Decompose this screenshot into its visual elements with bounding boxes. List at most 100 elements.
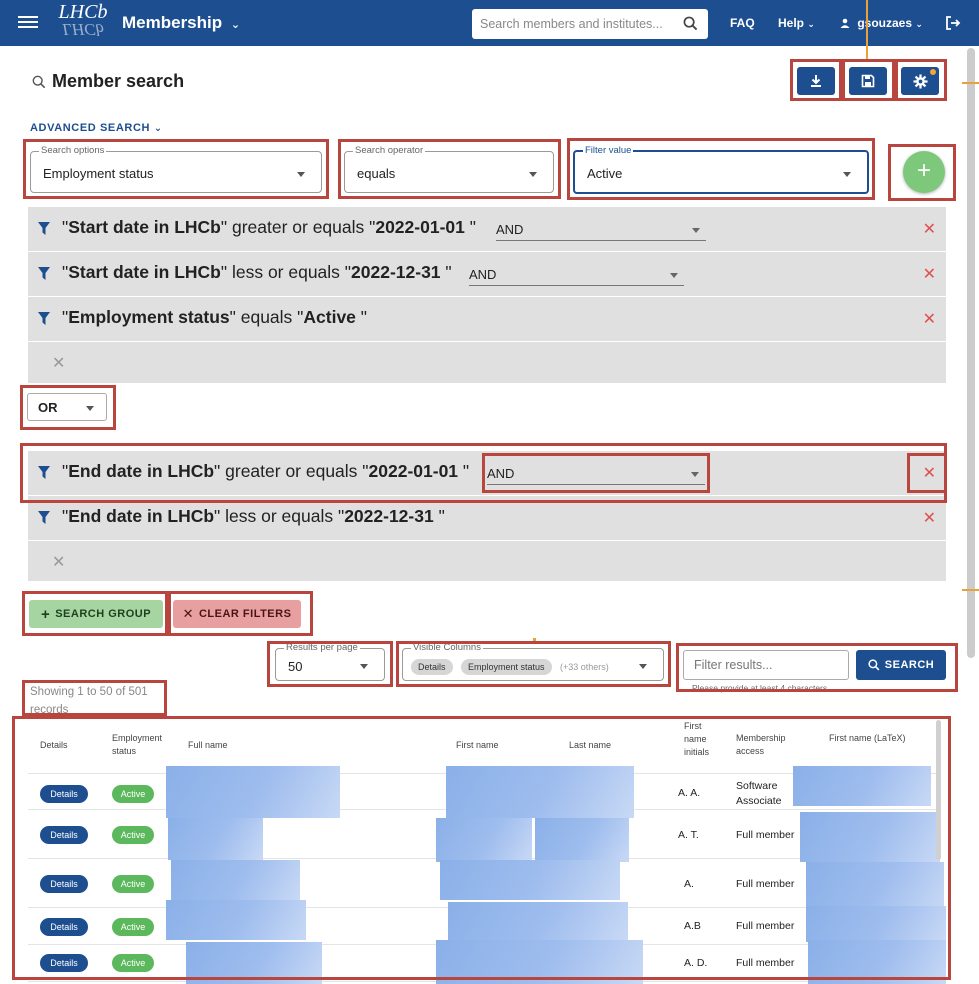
redacted-first-name	[436, 818, 532, 862]
caret-down-icon	[691, 472, 699, 477]
column-header-full-name[interactable]: Full name	[188, 739, 228, 752]
caret-down-icon	[297, 172, 305, 177]
membership-access-cell: Full member	[736, 957, 795, 969]
redacted-full-name	[166, 766, 340, 818]
chevron-down-icon: ⌄	[915, 19, 923, 29]
remove-filter-icon[interactable]: ✕	[923, 508, 936, 528]
remove-filter-icon[interactable]: ✕	[923, 463, 936, 483]
filter-group-1: "Start date in LHCb" greater or equals "…	[28, 207, 946, 383]
top-navigation-bar: LHCb LHCb Membership ⌄ FAQ Help ⌄ gsouza…	[0, 0, 979, 46]
redacted-latex-name	[800, 812, 940, 862]
column-header-employment-status[interactable]: Employment status	[112, 732, 162, 758]
column-header-initials[interactable]: First name initials	[684, 720, 716, 759]
annotation-pointer-mark	[533, 638, 536, 641]
details-button[interactable]: Details	[40, 954, 88, 972]
filter-text: "Start date in LHCb" less or equals "202…	[62, 262, 452, 282]
initials-cell: A.B	[684, 920, 701, 932]
save-button[interactable]	[849, 67, 887, 95]
filter-value-legend: Filter value	[583, 145, 634, 157]
chevron-down-icon: ⌄	[807, 19, 815, 29]
results-per-page-select[interactable]: Results per page 50	[275, 642, 385, 681]
group-operator-select[interactable]: OR	[27, 393, 107, 421]
filter-logic-select[interactable]: AND	[496, 221, 706, 241]
filter-logic-select[interactable]: AND	[469, 266, 684, 286]
search-operator-select[interactable]: Search operator equals	[344, 145, 554, 193]
column-header-first-name[interactable]: First name	[456, 739, 499, 752]
membership-access-cell: Full member	[736, 920, 795, 932]
column-chip[interactable]: Employment status	[460, 659, 552, 675]
chevron-down-icon: ⌄	[230, 19, 241, 31]
settings-button[interactable]	[901, 67, 939, 95]
status-badge: Active	[112, 875, 154, 893]
redacted-first-last-name	[440, 860, 620, 900]
search-group-button[interactable]: + SEARCH GROUP	[29, 600, 163, 628]
filter-row: "End date in LHCb" greater or equals "20…	[28, 451, 946, 496]
search-icon	[32, 75, 46, 89]
page-scrollbar[interactable]	[967, 48, 975, 658]
redacted-latex-name	[808, 940, 946, 984]
app-menu-membership[interactable]: Membership ⌄	[122, 13, 240, 33]
more-columns-count: (+33 others)	[559, 662, 609, 672]
search-button-label: SEARCH	[884, 659, 935, 671]
redacted-last-name	[535, 818, 629, 862]
column-header-first-name-latex[interactable]: First name (LaTeX)	[829, 732, 906, 745]
results-per-page-value: 50	[288, 659, 303, 674]
filter-icon	[38, 222, 50, 235]
column-chip[interactable]: Details	[411, 659, 453, 675]
results-per-page-legend: Results per page	[284, 642, 360, 654]
caret-down-icon	[639, 664, 647, 669]
remove-filter-icon[interactable]: ✕	[923, 264, 936, 284]
filter-logic-select[interactable]: AND	[487, 465, 705, 485]
redacted-first-last-name	[448, 902, 628, 940]
filter-value-select[interactable]: Filter value Active	[573, 145, 869, 194]
column-header-details[interactable]: Details	[40, 739, 68, 752]
column-header-last-name[interactable]: Last name	[569, 739, 611, 752]
filter-row: "Start date in LHCb" less or equals "202…	[28, 252, 946, 297]
user-menu[interactable]: gsouzaes ⌄	[840, 16, 923, 30]
details-button[interactable]: Details	[40, 826, 88, 844]
redacted-full-name	[168, 818, 263, 860]
global-search-input[interactable]	[480, 17, 670, 31]
visible-columns-chips: Details Employment status (+33 others)	[411, 657, 609, 675]
remove-group-icon[interactable]: ✕	[52, 552, 65, 572]
download-icon	[811, 75, 821, 87]
search-group-label: SEARCH GROUP	[55, 608, 152, 620]
filter-icon	[38, 312, 50, 325]
initials-cell: A. A.	[678, 787, 701, 799]
search-options-select[interactable]: Search options Employment status	[30, 145, 322, 193]
details-button[interactable]: Details	[40, 785, 88, 803]
lhcb-logo[interactable]: LHCb LHCb	[55, 2, 111, 42]
save-icon	[861, 74, 875, 88]
table-scrollbar[interactable]	[936, 720, 941, 860]
hamburger-menu-icon[interactable]	[18, 13, 38, 33]
search-button[interactable]: SEARCH	[856, 650, 946, 680]
download-button[interactable]	[797, 67, 835, 95]
chevron-down-icon: ⌄	[153, 123, 163, 134]
initials-cell: A. D.	[684, 957, 708, 969]
remove-filter-icon[interactable]: ✕	[923, 309, 936, 329]
search-icon[interactable]	[683, 16, 698, 31]
details-button[interactable]: Details	[40, 875, 88, 893]
page-title: Member search	[32, 71, 184, 92]
details-button[interactable]: Details	[40, 918, 88, 936]
notification-dot	[930, 69, 936, 75]
filter-row: "Start date in LHCb" greater or equals "…	[28, 207, 946, 252]
add-filter-button[interactable]: +	[903, 151, 945, 193]
filter-row: "End date in LHCb" less or equals "2022-…	[28, 496, 946, 541]
redacted-first-last-name	[446, 766, 634, 818]
visible-columns-legend: Visible Columns	[411, 642, 483, 654]
clear-filters-button[interactable]: ✕ CLEAR FILTERS	[173, 600, 301, 628]
close-icon: ✕	[182, 606, 194, 621]
faq-link[interactable]: FAQ	[730, 16, 755, 30]
remove-filter-icon[interactable]: ✕	[923, 219, 936, 239]
column-header-membership-access[interactable]: Membership access	[736, 732, 796, 758]
advanced-search-toggle[interactable]: ADVANCED SEARCH ⌄	[30, 122, 163, 134]
remove-group-icon[interactable]: ✕	[52, 353, 65, 373]
status-badge: Active	[112, 826, 154, 844]
filter-results-input[interactable]	[683, 650, 849, 680]
visible-columns-select[interactable]: Visible Columns Details Employment statu…	[402, 642, 664, 681]
redacted-latex-name	[806, 906, 946, 942]
logout-icon[interactable]	[944, 14, 962, 32]
help-menu[interactable]: Help ⌄	[778, 16, 815, 30]
status-badge: Active	[112, 918, 154, 936]
